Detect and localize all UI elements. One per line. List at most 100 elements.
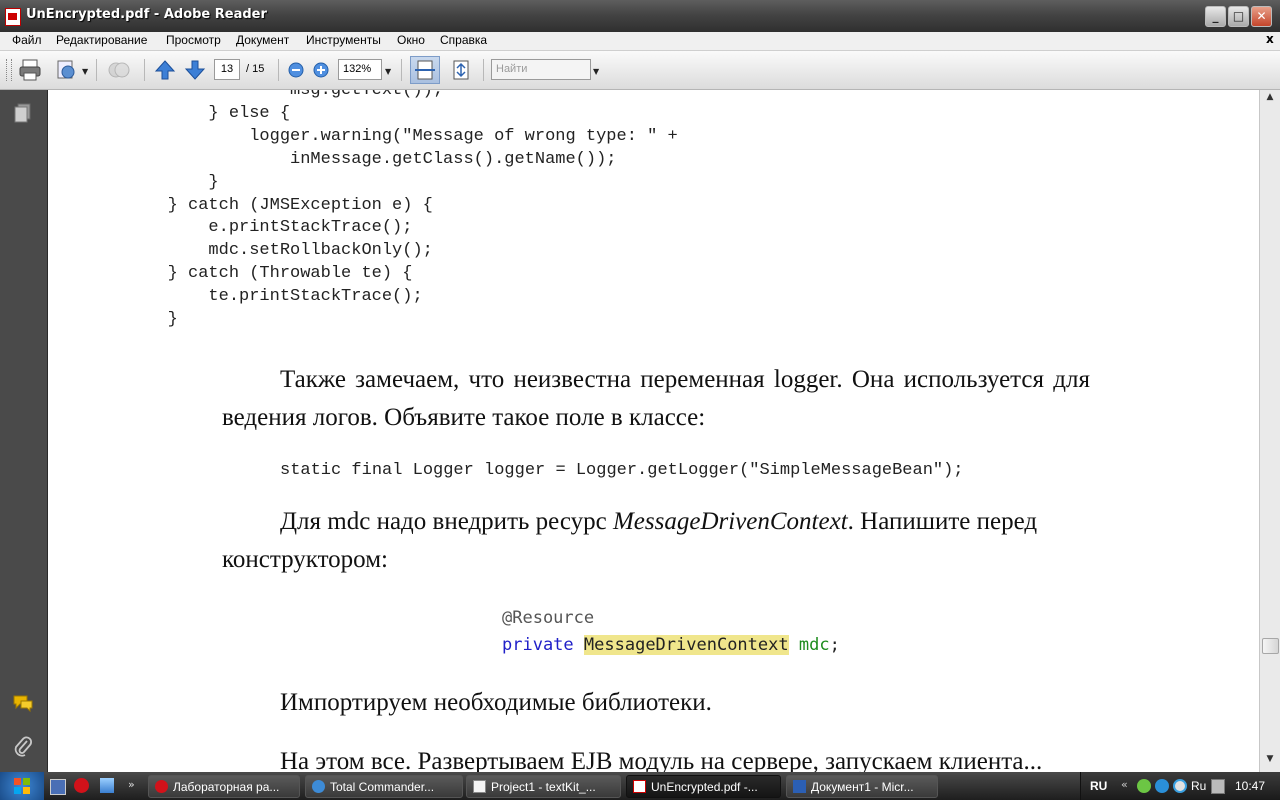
task-label: UnEncrypted.pdf -...	[651, 780, 758, 794]
zoom-in-icon[interactable]	[312, 61, 330, 79]
close-button[interactable]: ✕	[1251, 6, 1272, 27]
code-line: static final Logger logger = Logger.getL…	[280, 461, 964, 480]
taskbar-item-total-commander[interactable]: Total Commander...	[305, 775, 463, 798]
taskbar-item-notepad[interactable]: Project1 - textKit_...	[466, 775, 621, 798]
tray-language-small[interactable]: Ru	[1191, 779, 1206, 793]
close-document-icon[interactable]: x	[1266, 32, 1274, 46]
code-line: msg.getText());	[86, 90, 444, 100]
paragraph-text: Для mdc надо внедрить ресурс	[280, 508, 613, 535]
code-line: e.printStackTrace();	[86, 218, 413, 237]
window-title: UnEncrypted.pdf - Adobe Reader	[26, 7, 267, 22]
highlighted-type-text: MessageDrivenContext	[583, 635, 789, 655]
adobe-reader-icon	[5, 8, 21, 26]
navigation-panel	[0, 90, 48, 772]
scroll-thumb[interactable]	[1262, 638, 1279, 654]
code-line: }	[86, 310, 178, 329]
menu-file[interactable]: Файл	[12, 33, 42, 47]
paragraph-line: Импортируем необходимые библиотеки.	[280, 689, 712, 716]
title-bar[interactable]: UnEncrypted.pdf - Adobe Reader _ □ ✕	[0, 0, 1280, 32]
menu-window[interactable]: Окно	[397, 33, 425, 47]
paragraph-line: Для mdc надо внедрить ресурс MessageDriv…	[280, 508, 1037, 536]
printer-icon[interactable]	[17, 57, 45, 83]
attachments-icon[interactable]	[12, 735, 34, 757]
minimize-button[interactable]: _	[1205, 6, 1226, 27]
code-line: logger.warning("Message of wrong type: "…	[86, 127, 678, 146]
search-chevron-down-icon[interactable]: ▼	[593, 67, 599, 76]
paragraph-line: ведения логов. Объявите такое поле в кла…	[222, 404, 706, 431]
code-line: } catch (Throwable te) {	[86, 264, 413, 283]
code-line: }	[86, 173, 219, 192]
show-desktop-icon[interactable]	[50, 779, 66, 795]
share-icon[interactable]	[54, 57, 80, 83]
code-line: } else {	[86, 104, 291, 123]
task-label: Документ1 - Micr...	[811, 780, 914, 794]
zoom-chevron-down-icon[interactable]: ▼	[385, 67, 391, 76]
quicklaunch-chevron-icon[interactable]: »	[128, 778, 135, 791]
menu-tools[interactable]: Инструменты	[306, 33, 381, 47]
task-label: Лабораторная ра...	[173, 780, 280, 794]
chevron-down-icon[interactable]: ▼	[82, 67, 88, 76]
menu-view[interactable]: Просмотр	[166, 33, 221, 47]
ide-code-line: private MessageDrivenContext mdc;	[502, 635, 840, 655]
app-quicklaunch-icon[interactable]	[100, 778, 114, 793]
page-total: / 15	[246, 63, 265, 75]
menu-edit[interactable]: Редактирование	[56, 33, 147, 47]
code-line: } catch (JMSException e) {	[86, 196, 433, 215]
code-line: te.printStackTrace();	[86, 287, 423, 306]
opera-icon	[155, 780, 168, 793]
variable-text: mdc	[798, 635, 830, 655]
adobe-reader-icon	[633, 780, 646, 793]
annotation-text: @Resource	[502, 608, 595, 628]
tray-sync-icon[interactable]	[1173, 779, 1187, 793]
code-line: inMessage.getClass().getName());	[86, 150, 617, 169]
next-page-icon[interactable]	[183, 57, 207, 83]
vertical-scrollbar[interactable]: ▲ ▼	[1259, 90, 1280, 772]
start-button[interactable]	[0, 772, 44, 800]
opera-quicklaunch-icon[interactable]	[74, 778, 89, 793]
menu-help[interactable]: Справка	[440, 33, 487, 47]
clock[interactable]: 10:47	[1235, 779, 1265, 793]
system-tray: RU « Ru 10:47	[1080, 772, 1280, 800]
toolbar: ▼ 13 / 15 132% ▼ Найти ▼	[0, 51, 1280, 90]
task-label: Total Commander...	[330, 780, 435, 794]
scroll-up-icon[interactable]: ▲	[1263, 92, 1277, 106]
menu-document[interactable]: Документ	[236, 33, 289, 47]
code-line: mdc.setRollbackOnly();	[86, 241, 433, 260]
fit-width-icon[interactable]	[410, 56, 440, 84]
paragraph-line: Также замечаем, что неизвестна переменна…	[280, 366, 1090, 393]
keyword-text: private	[502, 635, 574, 655]
scroll-down-icon[interactable]: ▼	[1263, 754, 1277, 768]
tray-network-icon[interactable]	[1155, 779, 1169, 793]
emphasis-text: MessageDrivenContext	[612, 508, 848, 535]
paragraph-line: конструктором:	[222, 546, 388, 573]
task-label: Project1 - textKit_...	[491, 780, 596, 794]
collaborate-icon	[106, 57, 134, 83]
semicolon-text: ;	[829, 635, 840, 655]
comments-icon[interactable]	[12, 692, 34, 714]
document-view[interactable]: msg.getText()); } else { logger.warning(…	[48, 90, 1259, 772]
tray-monitor-icon[interactable]	[1211, 779, 1225, 794]
taskbar-item-word[interactable]: Документ1 - Micr...	[786, 775, 938, 798]
search-input[interactable]: Найти	[491, 59, 591, 80]
language-indicator[interactable]: RU	[1090, 779, 1107, 793]
total-commander-icon	[312, 780, 325, 793]
toolbar-grip[interactable]	[6, 59, 12, 81]
menu-bar: Файл Редактирование Просмотр Документ Ин…	[0, 32, 1280, 51]
page-number-input[interactable]: 13	[214, 59, 240, 80]
taskbar-item-adobe-reader[interactable]: UnEncrypted.pdf -...	[626, 775, 781, 798]
windows-logo-icon	[14, 778, 30, 794]
prev-page-icon[interactable]	[153, 57, 177, 83]
tray-chevron-icon[interactable]: «	[1121, 778, 1128, 791]
maximize-button[interactable]: □	[1228, 6, 1249, 27]
tray-app-icon[interactable]	[1137, 779, 1151, 793]
taskbar: » Лабораторная ра... Total Commander... …	[0, 772, 1280, 800]
fit-page-icon[interactable]	[448, 57, 474, 83]
zoom-out-icon[interactable]	[287, 61, 305, 79]
taskbar-item-opera[interactable]: Лабораторная ра...	[148, 775, 300, 798]
paragraph-text: . Напишите перед	[847, 508, 1038, 535]
notepad-icon	[473, 780, 486, 793]
pages-icon[interactable]	[12, 102, 34, 124]
zoom-input[interactable]: 132%	[338, 59, 382, 80]
paragraph-line: На этом все. Развертываем EJB модуль на …	[280, 748, 1043, 772]
word-icon	[793, 780, 806, 793]
